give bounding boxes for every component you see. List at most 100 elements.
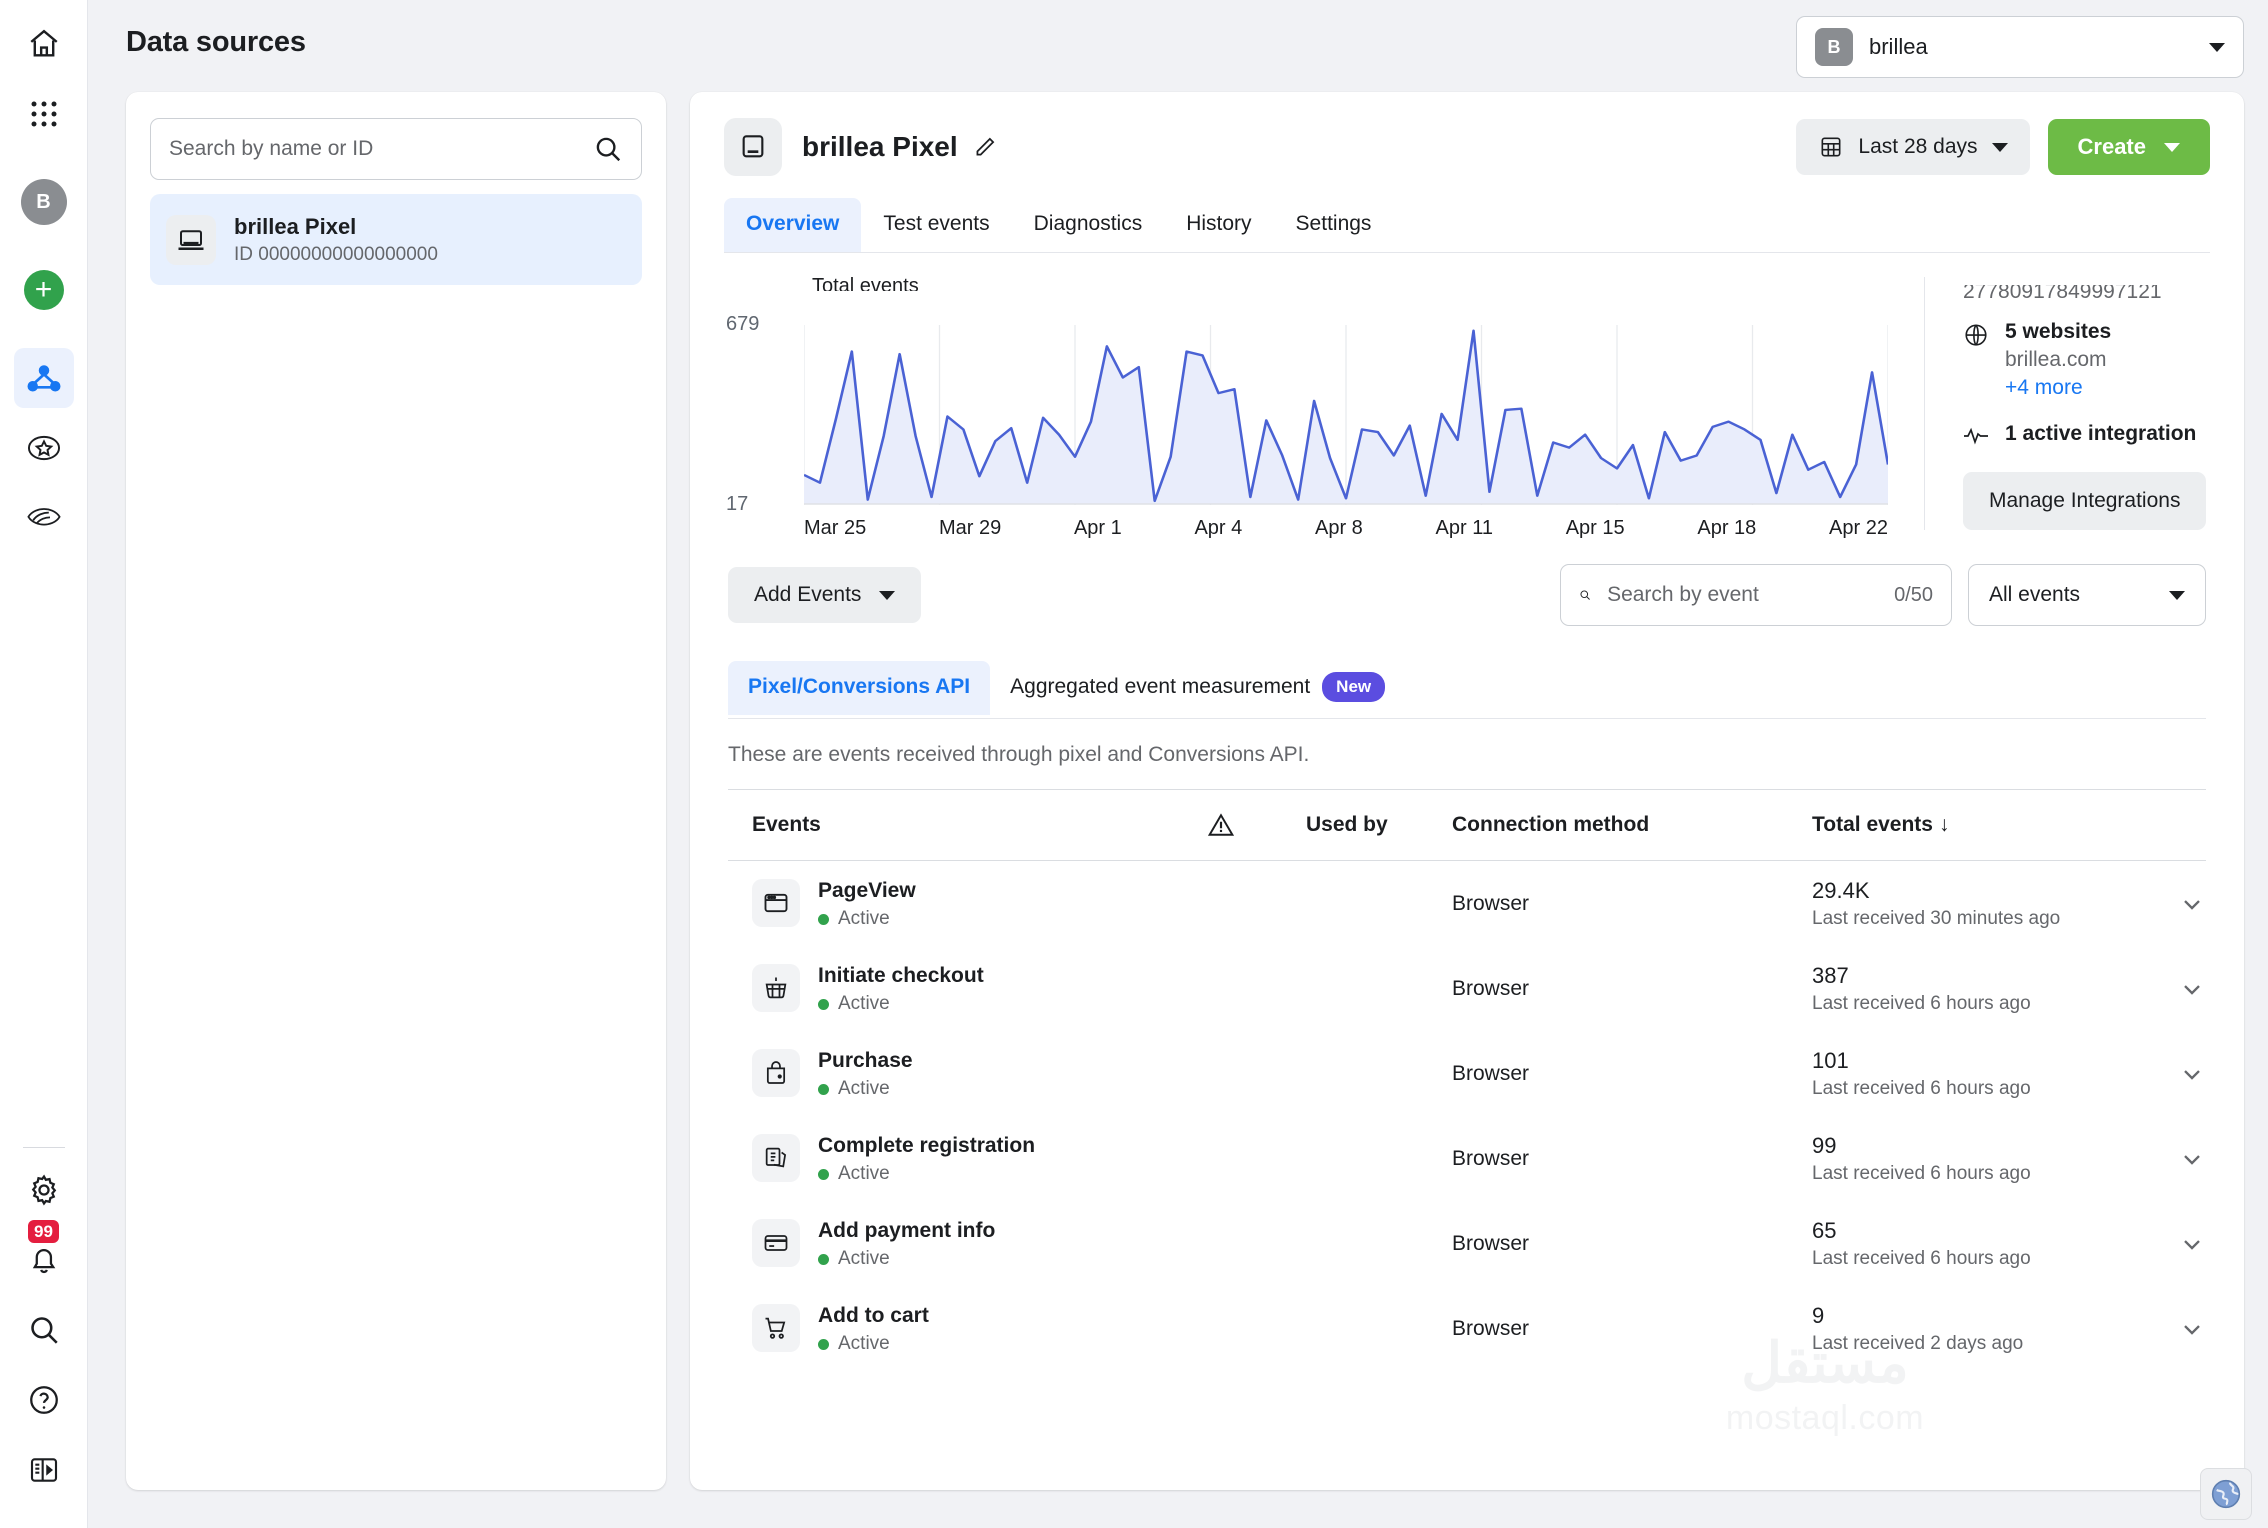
- globe-icon[interactable]: [2200, 1468, 2252, 1520]
- tab-history[interactable]: History: [1164, 198, 1273, 252]
- table-row[interactable]: Complete registration Active Browser: [728, 1116, 2206, 1201]
- x-tick: Apr 18: [1697, 517, 1756, 540]
- search-icon[interactable]: [14, 1300, 74, 1360]
- integrations-info: 1 active integration: [1963, 422, 2244, 446]
- row-event-text: Add to cart Active: [818, 1302, 929, 1355]
- help-icon[interactable]: [14, 1370, 74, 1430]
- tab-aggregated-event-measurement[interactable]: Aggregated event measurement New: [990, 658, 1405, 718]
- chevron-down-icon[interactable]: [2178, 1230, 2206, 1258]
- chart-x-axis: Mar 25 Mar 29 Apr 1 Apr 4 Apr 8 Apr 11 A…: [804, 517, 1888, 540]
- star-icon[interactable]: [14, 418, 74, 478]
- add-events-button[interactable]: Add Events: [728, 567, 921, 623]
- date-range-label: Last 28 days: [1858, 135, 1977, 159]
- tab-overview[interactable]: Overview: [724, 198, 861, 252]
- row-expand-button[interactable]: [2150, 1060, 2206, 1088]
- status-badge: Active: [818, 993, 984, 1015]
- col-header-events[interactable]: Events: [728, 813, 1208, 837]
- chart-svg: [804, 325, 1888, 505]
- detail-header-actions: Last 28 days Create: [1796, 119, 2210, 175]
- tab-pixel-conversions-api[interactable]: Pixel/Conversions API: [728, 661, 990, 715]
- content-columns: brillea Pixel ID 00000000000000000: [126, 92, 2244, 1490]
- pixel-id-clipped: 27780917849997121: [1963, 285, 2244, 298]
- search-input[interactable]: [169, 137, 593, 161]
- sidebar-item-events-manager[interactable]: [14, 348, 74, 408]
- chevron-down-icon[interactable]: [2178, 890, 2206, 918]
- shopping-cart-icon: [752, 1304, 800, 1352]
- row-expand-button[interactable]: [2150, 1230, 2206, 1258]
- credit-card-icon: [752, 1219, 800, 1267]
- table-row[interactable]: Add to cart Active Browser: [728, 1286, 2206, 1371]
- account-avatar[interactable]: B: [14, 172, 74, 232]
- col-header-total-events[interactable]: Total events ↓: [1812, 813, 2150, 837]
- row-expand-button[interactable]: [2150, 975, 2206, 1003]
- chevron-down-icon[interactable]: [2178, 975, 2206, 1003]
- events-filter-select[interactable]: All events: [1968, 564, 2206, 626]
- pixel-info-panel: 27780917849997121 5 websites brillea.com…: [1924, 277, 2244, 530]
- gear-icon[interactable]: [14, 1160, 74, 1220]
- page-title: Data sources: [126, 26, 306, 59]
- event-search-input[interactable]: [1607, 583, 1878, 607]
- event-name: Add payment info: [818, 1217, 995, 1244]
- row-total-text: 9 Last received 2 days ago: [1812, 1302, 2023, 1356]
- row-expand-button[interactable]: [2150, 890, 2206, 918]
- tab-settings[interactable]: Settings: [1274, 198, 1394, 252]
- event-name: Initiate checkout: [818, 962, 984, 989]
- apps-grid-icon[interactable]: [14, 84, 74, 144]
- chevron-down-icon: [879, 591, 895, 600]
- event-name: Add to cart: [818, 1302, 929, 1329]
- websites-more-link[interactable]: +4 more: [2005, 376, 2111, 400]
- status-badge: Active: [818, 1078, 913, 1100]
- date-range-button[interactable]: Last 28 days: [1796, 119, 2029, 175]
- detail-header-row: brillea Pixel: [724, 118, 2210, 176]
- tab-diagnostics[interactable]: Diagnostics: [1012, 198, 1165, 252]
- source-name: brillea Pixel: [234, 212, 438, 242]
- total-events-value: 99: [1812, 1132, 2031, 1161]
- col-header-connection[interactable]: Connection method: [1452, 813, 1812, 837]
- status-dot-icon: [818, 1084, 829, 1095]
- last-received: Last received 6 hours ago: [1812, 1078, 2031, 1100]
- account-switcher[interactable]: B brillea: [1796, 16, 2244, 78]
- create-button[interactable]: Create: [2048, 119, 2210, 175]
- events-helper-text: These are events received through pixel …: [690, 719, 2244, 767]
- row-expand-button[interactable]: [2150, 1315, 2206, 1343]
- account-switcher-avatar: B: [1815, 28, 1853, 66]
- row-expand-button[interactable]: [2150, 1145, 2206, 1173]
- list-item[interactable]: brillea Pixel ID 00000000000000000: [150, 194, 642, 285]
- edit-pencil-icon[interactable]: [972, 134, 998, 160]
- col-header-used-by[interactable]: Used by: [1306, 813, 1452, 837]
- audiences-icon[interactable]: [14, 488, 74, 548]
- create-plus-icon[interactable]: +: [14, 260, 74, 320]
- tab-test-events[interactable]: Test events: [861, 198, 1011, 252]
- bell-icon[interactable]: 99: [14, 1230, 74, 1290]
- table-row[interactable]: Purchase Active Browser: [728, 1031, 2206, 1116]
- chevron-down-icon[interactable]: [2178, 1145, 2206, 1173]
- chevron-down-icon[interactable]: [2209, 43, 2225, 52]
- browser-window-icon: [752, 879, 800, 927]
- chevron-down-icon[interactable]: [2178, 1060, 2206, 1088]
- chevron-down-icon: [1992, 143, 2008, 152]
- table-row[interactable]: PageView Active Browser: [728, 861, 2206, 946]
- sources-search[interactable]: [150, 118, 642, 180]
- status-label: Active: [838, 1248, 890, 1270]
- row-event-text: Purchase Active: [818, 1047, 913, 1100]
- row-total-cell: 29.4K Last received 30 minutes ago: [1812, 877, 2150, 931]
- table-row[interactable]: Initiate checkout Active Browser: [728, 946, 2206, 1031]
- collapse-panel-icon[interactable]: [14, 1440, 74, 1500]
- plus-glyph: +: [24, 270, 64, 310]
- total-events-value: 387: [1812, 962, 2031, 991]
- source-id: ID 00000000000000000: [234, 242, 438, 268]
- manage-integrations-button[interactable]: Manage Integrations: [1963, 472, 2206, 530]
- search-icon[interactable]: [593, 134, 623, 164]
- home-icon[interactable]: [14, 14, 74, 74]
- laptop-icon: [166, 215, 216, 265]
- chevron-down-icon[interactable]: [2178, 1315, 2206, 1343]
- row-total-cell: 387 Last received 6 hours ago: [1812, 962, 2150, 1016]
- table-row[interactable]: Add payment info Active Browser: [728, 1201, 2206, 1286]
- x-tick: Apr 15: [1566, 517, 1625, 540]
- laptop-icon: [724, 118, 782, 176]
- pulse-icon: [1963, 426, 1989, 446]
- status-label: Active: [838, 993, 890, 1015]
- event-search[interactable]: 0/50: [1560, 564, 1952, 626]
- last-received: Last received 6 hours ago: [1812, 993, 2031, 1015]
- chart-y-min-label: 17: [726, 493, 748, 516]
